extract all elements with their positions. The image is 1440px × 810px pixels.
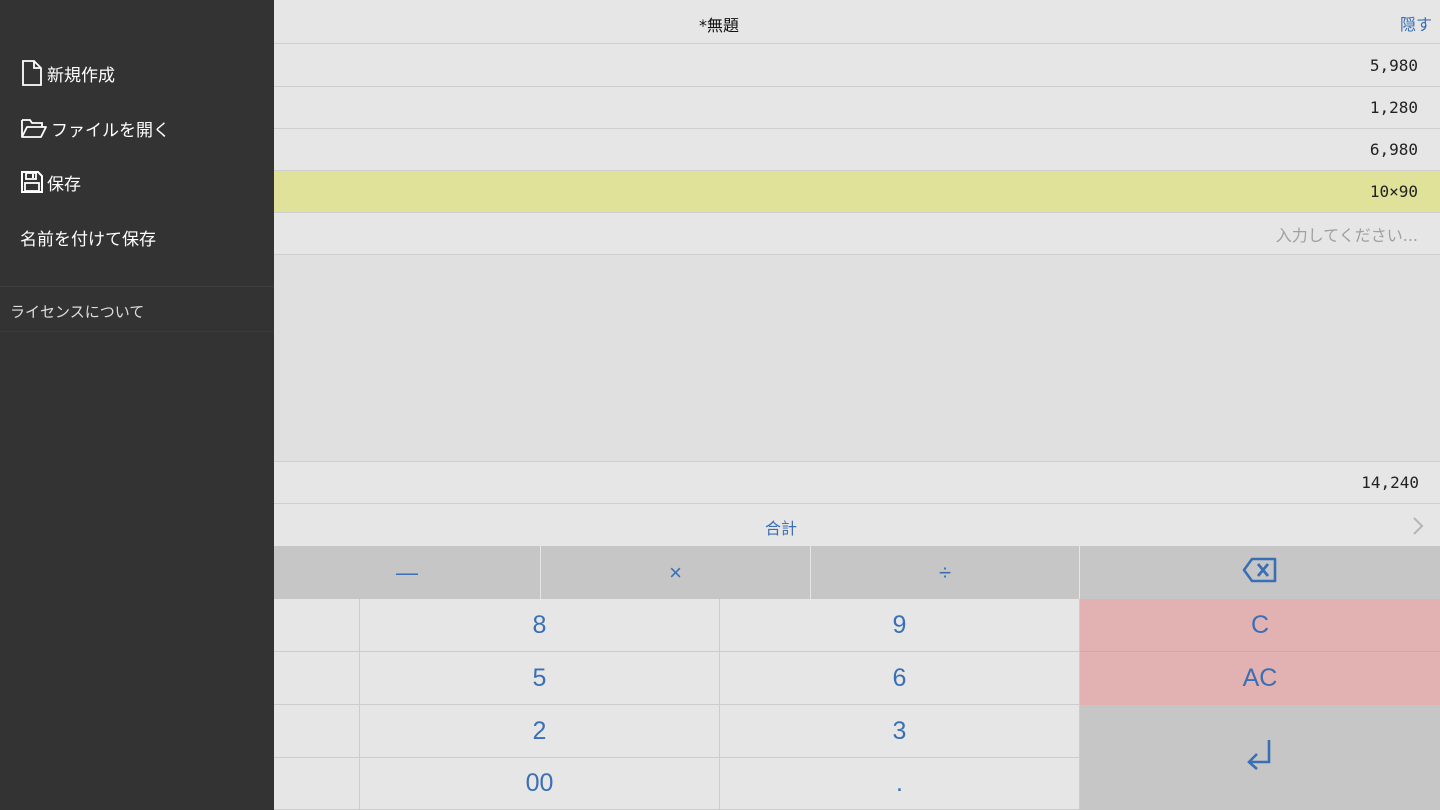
key-9[interactable]: 9 [720,599,1080,652]
menu-open-file-label: ファイルを開く [51,120,170,141]
menu-save-as-label: 名前を付けて保存 [20,229,156,250]
document-title: *無題 [699,16,740,35]
menu-new-file[interactable]: 新規作成 [20,58,115,88]
calc-line-value: 1,280 [1369,98,1418,117]
calc-line-value: 10×90 [1369,182,1418,201]
backspace-icon [1242,557,1278,589]
enter-key[interactable] [1080,705,1440,810]
keypad-blank [274,705,360,758]
file-icon [20,60,44,86]
calculator-main: *無題 隠す 5,980 1,280 6,980 10×90 入力してください.… [274,0,1440,810]
menu-save-label: 保存 [47,174,81,195]
minus-key[interactable]: — [274,546,540,599]
all-clear-key[interactable]: AC [1080,652,1440,705]
key-3[interactable]: 3 [720,705,1080,758]
sum-mode-row[interactable]: 合計 [274,505,1440,546]
calc-line-value: 6,980 [1369,140,1418,159]
clear-key[interactable]: C [1080,599,1440,652]
key-decimal[interactable]: . [720,758,1080,810]
calc-input[interactable]: 入力してください... [274,213,1440,255]
calc-line[interactable]: 1,280 [274,87,1440,129]
sum-mode-label: 合計 [765,519,798,538]
hide-button[interactable]: 隠す [1400,11,1432,35]
floppy-disk-icon [20,170,44,194]
total-value: 14,240 [1361,473,1419,492]
key-5[interactable]: 5 [360,652,720,705]
key-00[interactable]: 00 [360,758,720,810]
menu-save-as[interactable]: 名前を付けて保存 [20,222,156,252]
keypad-blank [274,652,360,705]
calc-line[interactable]: 5,980 [274,45,1440,87]
total-row: 14,240 [274,462,1440,504]
enter-icon [1245,738,1275,777]
menu-open-file[interactable]: ファイルを開く [20,113,170,143]
lines-empty-area[interactable] [274,255,1440,462]
key-6[interactable]: 6 [720,652,1080,705]
header: *無題 隠す [274,0,1440,44]
keypad-blank [274,599,360,652]
calc-line-selected[interactable]: 10×90 [274,171,1440,213]
multiply-key[interactable]: × [541,546,810,599]
divide-key[interactable]: ÷ [811,546,1079,599]
calc-line[interactable]: 6,980 [274,129,1440,171]
sidebar-divider [0,331,274,332]
key-8[interactable]: 8 [360,599,720,652]
keypad-blank [274,758,360,810]
key-2[interactable]: 2 [360,705,720,758]
menu-save[interactable]: 保存 [20,167,81,197]
license-link[interactable]: ライセンスについて [10,298,144,324]
calc-line-value: 5,980 [1369,56,1418,75]
input-placeholder: 入力してください... [1275,225,1418,245]
sidebar: 新規作成 ファイルを開く 保存 名前を付けて保存 ライセンスについて [0,0,274,810]
folder-open-icon [20,117,48,139]
backspace-key[interactable] [1080,546,1440,599]
chevron-right-icon [1412,516,1424,536]
menu-new-file-label: 新規作成 [47,65,115,86]
sidebar-divider [0,286,274,287]
